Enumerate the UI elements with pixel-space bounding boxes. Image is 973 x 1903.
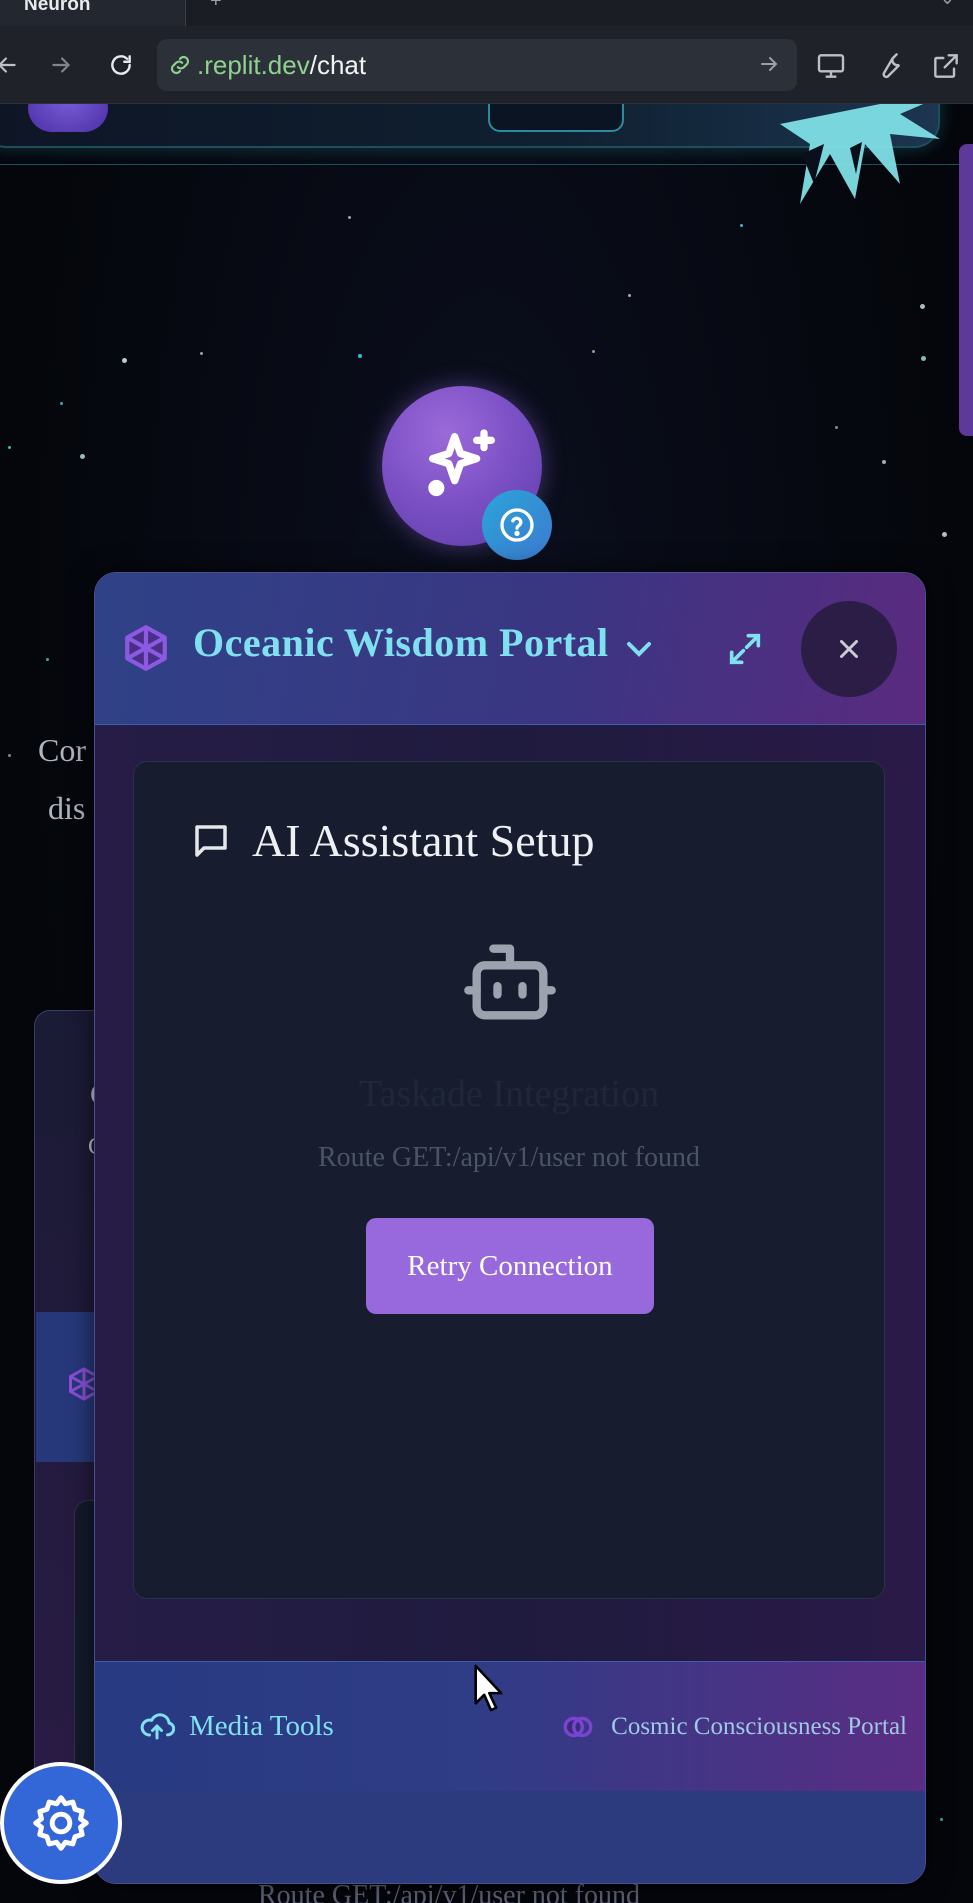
tab-menu-icon[interactable]: ⌄: [940, 0, 955, 9]
tab-title: Neuron: [24, 0, 91, 15]
mouse-cursor-icon: [474, 1664, 503, 1712]
oceanic-wisdom-modal: Oceanic Wisdom Portal AI Assistant Setup…: [94, 572, 926, 1884]
wrench-icon[interactable]: [873, 50, 905, 82]
settings-button[interactable]: [0, 1762, 122, 1884]
cloud-upload-icon: [140, 1713, 175, 1740]
reload-icon: [111, 55, 131, 75]
open-external-icon[interactable]: [930, 50, 962, 82]
tab-strip: Neuron + ⌄: [0, 0, 973, 26]
url-path: /chat: [309, 49, 367, 80]
sparkles-icon: [428, 429, 495, 497]
modal-footer: Media Tools Cosmic Consciousness Portal: [95, 1661, 925, 1791]
modal-bottom-bar: [95, 1791, 925, 1883]
address-bar[interactable]: .replit.dev/chat: [157, 39, 797, 91]
forward-button[interactable]: [44, 48, 78, 82]
browser-toolbar: .replit.dev/chat: [0, 26, 973, 104]
hexagon-network-icon: [125, 625, 167, 671]
new-tab-icon[interactable]: +: [210, 0, 222, 13]
cosmic-portal-label: Cosmic Consciousness Portal: [611, 1713, 907, 1740]
integration-title: Taskade Integration: [358, 1073, 660, 1115]
assistant-setup-card: AI Assistant Setup Taskade Integration R…: [133, 761, 885, 1599]
link-icon: [170, 55, 190, 75]
retry-connection-button[interactable]: Retry Connection: [366, 1218, 654, 1314]
reload-button[interactable]: [104, 48, 138, 82]
cosmic-portal-link[interactable]: Cosmic Consciousness Portal: [561, 1710, 907, 1744]
setup-heading-text: AI Assistant Setup: [252, 815, 595, 866]
expand-icon[interactable]: [725, 629, 765, 669]
help-circle-icon: [500, 508, 534, 542]
background-text-line-1: Cor: [38, 732, 86, 768]
go-arrow-icon[interactable]: [757, 52, 781, 76]
error-message: Route GET:/api/v1/user not found: [318, 1142, 700, 1173]
media-tools-label: Media Tools: [189, 1709, 334, 1742]
help-badge[interactable]: [482, 490, 552, 560]
message-square-icon: [195, 824, 227, 857]
modal-title: Oceanic Wisdom Portal: [193, 620, 609, 665]
bot-icon: [464, 944, 556, 1020]
desktop-icon[interactable]: [815, 50, 847, 82]
url-domain: .replit.dev: [197, 49, 310, 80]
close-button[interactable]: [801, 601, 897, 697]
top-card-button[interactable]: [488, 104, 624, 132]
browser-tab[interactable]: Neuron: [0, 0, 186, 26]
back-button[interactable]: [0, 48, 24, 82]
chevron-down-icon[interactable]: [619, 629, 659, 669]
burst-decoration-icon: [780, 104, 940, 204]
media-tools-button[interactable]: Media Tools: [139, 1708, 334, 1744]
gear-icon: [33, 1795, 89, 1851]
close-icon: [840, 640, 858, 658]
avatar: [28, 104, 108, 132]
modal-header: Oceanic Wisdom Portal: [95, 573, 925, 725]
forward-icon: [52, 57, 71, 73]
background-text-line-2: dis: [48, 790, 86, 826]
back-icon: [0, 57, 16, 73]
setup-heading: AI Assistant Setup: [190, 814, 594, 867]
linked-circles-icon: [563, 1716, 593, 1738]
